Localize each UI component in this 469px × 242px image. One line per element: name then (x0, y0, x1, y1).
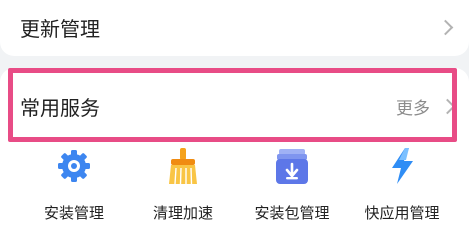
tile-install-management[interactable]: 安装管理 (24, 146, 124, 236)
chevron-right-icon (437, 19, 454, 36)
broom-icon (169, 148, 197, 185)
lightning-icon (392, 148, 413, 184)
update-management-row[interactable]: 更新管理 (0, 0, 469, 56)
more-link[interactable]: 更多 (396, 94, 430, 119)
tile-label: 清理加速 (152, 204, 213, 222)
tile-package-management[interactable]: 安装包管理 (242, 146, 342, 236)
tile-cleanup-acceleration[interactable]: 清理加速 (133, 146, 233, 236)
tile-label: 快应用管理 (364, 204, 440, 222)
update-management-label: 更新管理 (20, 17, 100, 41)
tile-label: 安装管理 (43, 204, 104, 222)
tile-quick-app-management[interactable]: 快应用管理 (352, 146, 452, 236)
common-services-title: 常用服务 (20, 96, 100, 120)
tile-label: 安装包管理 (254, 204, 330, 222)
package-icon (276, 149, 308, 184)
gear-icon (58, 150, 90, 182)
